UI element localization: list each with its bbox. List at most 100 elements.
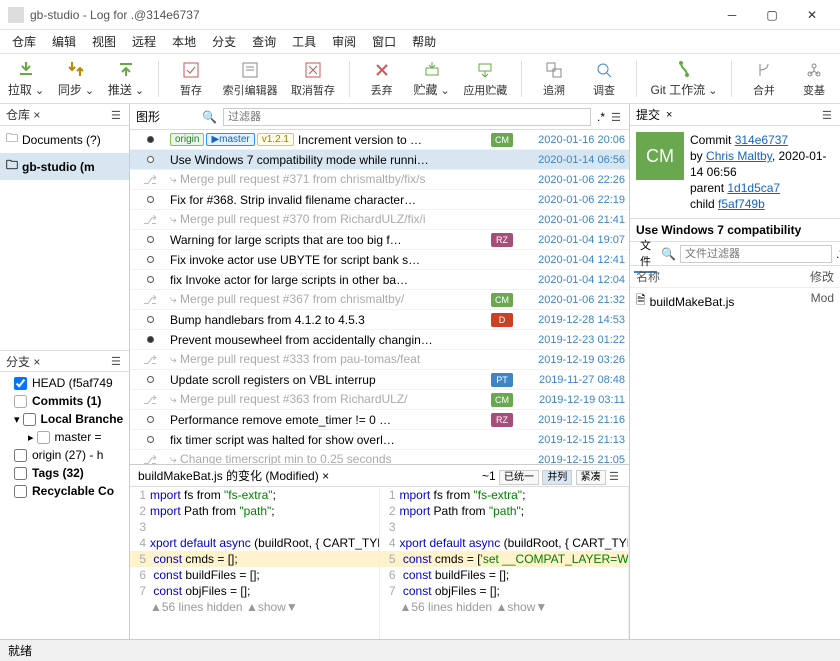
discard-button[interactable]: 丢弃 — [364, 60, 400, 98]
menu-帮助[interactable]: 帮助 — [406, 31, 442, 52]
hamburger-icon[interactable] — [111, 108, 123, 122]
sync-button[interactable]: 同步 ⌄ — [58, 59, 94, 98]
merge-button[interactable]: 合并 — [746, 60, 782, 98]
branch-checkbox[interactable] — [14, 449, 27, 462]
menu-编辑[interactable]: 编辑 — [46, 31, 82, 52]
search-icon: 🔍 — [202, 110, 217, 124]
repo-item[interactable]: 🗀gb-studio (m — [0, 153, 129, 180]
commit-row[interactable]: ⎇⤷ Change timerscript min to 0.25 second… — [130, 450, 629, 464]
branch-checkbox[interactable] — [37, 431, 50, 444]
regex-toggle[interactable]: .* — [836, 247, 840, 261]
menu-分支[interactable]: 分支 — [206, 31, 242, 52]
branch-item[interactable]: HEAD (f5af749 — [0, 374, 129, 392]
minimize-button[interactable]: ─ — [712, 0, 752, 30]
hamburger-icon[interactable] — [609, 469, 621, 483]
filter-input[interactable] — [223, 108, 591, 126]
branch-checkbox[interactable] — [14, 377, 27, 390]
commit-details: CM Commit 314e6737 by Chris Maltby, 2020… — [630, 126, 840, 219]
rebase-button[interactable]: 变基 — [796, 60, 832, 98]
gitflow-button[interactable]: Git 工作流 ⌄ — [651, 59, 717, 98]
branch-item[interactable]: ▸ master = — [0, 428, 129, 446]
unstage-button[interactable]: 取消暂存 — [291, 60, 334, 98]
branch-item[interactable]: ▾ Local Branche — [0, 410, 129, 428]
commit-row[interactable]: Fix invoke actor use UBYTE for script ba… — [130, 250, 629, 270]
branch-item[interactable]: Tags (32) — [0, 464, 129, 482]
repos-tab[interactable]: 仓库 × — [0, 104, 129, 126]
branches-tab[interactable]: 分支 × — [0, 350, 129, 372]
diff-old-pane[interactable]: 1mport fs from "fs-extra";2mport Path fr… — [130, 487, 380, 639]
submit-tab[interactable]: 提交 — [636, 106, 660, 123]
maximize-button[interactable]: ▢ — [752, 0, 792, 30]
stash2-button[interactable]: 贮藏 ⌄ — [414, 59, 450, 98]
hamburger-icon[interactable] — [822, 108, 834, 122]
commit-row[interactable]: ⎇⤷ Merge pull request #371 from chrismal… — [130, 170, 629, 190]
diff-new-pane[interactable]: 1mport fs from "fs-extra";2mport Path fr… — [380, 487, 630, 639]
commit-row[interactable]: Update scroll registers on VBL interrupP… — [130, 370, 629, 390]
close-button[interactable]: ✕ — [792, 0, 832, 30]
menu-工具[interactable]: 工具 — [286, 31, 322, 52]
unified-button[interactable]: 已统一 — [499, 470, 539, 485]
commit-row[interactable]: ⎇⤷ Merge pull request #333 from pau-toma… — [130, 350, 629, 370]
apply-stash-button[interactable]: 应用贮藏 — [464, 60, 507, 98]
commit-row[interactable]: fix timer script was halted for show ove… — [130, 430, 629, 450]
repo-item[interactable]: 🗀Documents (?) — [0, 126, 129, 153]
regex-toggle[interactable]: .* — [597, 110, 605, 124]
titlebar: gb-studio - Log for .@314e6737 ─ ▢ ✕ — [0, 0, 840, 30]
pull-button[interactable]: 拉取 ⌄ — [8, 59, 44, 98]
sidebyside-button[interactable]: 并列 — [542, 470, 572, 485]
push-button[interactable]: 推送 ⌄ — [108, 59, 144, 98]
commit-row[interactable]: ⎇⤷ Merge pull request #367 from chrismal… — [130, 290, 629, 310]
commit-row[interactable]: fix Invoke actor for large scripts in ot… — [130, 270, 629, 290]
search-icon: 🔍 — [661, 247, 676, 261]
parent-link[interactable]: 1d1d5ca7 — [727, 181, 780, 195]
menu-审阅[interactable]: 审阅 — [326, 31, 362, 52]
menu-窗口[interactable]: 窗口 — [366, 31, 402, 52]
author-avatar: CM — [636, 132, 684, 180]
folder-icon: 🗀 — [6, 156, 18, 177]
branch-item[interactable]: Recyclable Co — [0, 482, 129, 500]
toolbar: 拉取 ⌄ 同步 ⌄ 推送 ⌄ 暂存 索引编辑器 取消暂存 丢弃 贮藏 ⌄ 应用贮… — [0, 54, 840, 104]
menubar: 仓库编辑视图远程本地分支查询工具审阅窗口帮助 — [0, 30, 840, 54]
menu-视图[interactable]: 视图 — [86, 31, 122, 52]
branch-item[interactable]: Commits (1) — [0, 392, 129, 410]
branch-item[interactable]: origin (27) - h — [0, 446, 129, 464]
graph-tab[interactable]: 图形 — [136, 108, 160, 125]
child-link[interactable]: f5af749b — [718, 197, 765, 211]
menu-本地[interactable]: 本地 — [166, 31, 202, 52]
commit-row[interactable]: Prevent mousewheel from accidentally cha… — [130, 330, 629, 350]
commit-row[interactable]: Use Windows 7 compatibility mode while r… — [130, 150, 629, 170]
window-title: gb-studio - Log for .@314e6737 — [30, 8, 712, 22]
commit-row[interactable]: Bump handlebars from 4.1.2 to 4.5.3D2019… — [130, 310, 629, 330]
index-editor-button[interactable]: 索引编辑器 — [223, 60, 277, 98]
author-link[interactable]: Chris Maltby — [706, 149, 772, 163]
file-row[interactable]: 🗎buildMakeBat.jsMod — [630, 288, 840, 315]
menu-查询[interactable]: 查询 — [246, 31, 282, 52]
statusbar: 就绪 — [0, 639, 840, 661]
branch-checkbox[interactable] — [14, 395, 27, 408]
commit-row[interactable]: Fix for #368. Strip invalid filename cha… — [130, 190, 629, 210]
commit-row[interactable]: ⎇⤷ Merge pull request #370 from RichardU… — [130, 210, 629, 230]
branch-checkbox[interactable] — [14, 485, 27, 498]
hamburger-icon[interactable] — [611, 110, 623, 124]
commit-row[interactable]: Performance remove emote_timer != 0 …RZ2… — [130, 410, 629, 430]
stage-button[interactable]: 暂存 — [173, 60, 209, 98]
blame-button[interactable]: 追溯 — [536, 60, 572, 98]
diff-title: buildMakeBat.js 的变化 (Modified) — [138, 469, 319, 483]
file-filter-input[interactable] — [680, 245, 832, 263]
commit-subject: Use Windows 7 compatibility — [630, 219, 840, 242]
investigate-button[interactable]: 调查 — [586, 60, 622, 98]
close-diff-icon[interactable]: × — [322, 469, 329, 483]
folder-icon: 🗀 — [6, 129, 18, 150]
app-icon — [8, 7, 24, 23]
commit-row[interactable]: origin▶masterv1.2.1Increment version to … — [130, 130, 629, 150]
branch-checkbox[interactable] — [14, 467, 27, 480]
hamburger-icon[interactable] — [111, 354, 123, 368]
file-icon: 🗎 — [636, 291, 646, 312]
commit-row[interactable]: ⎇⤷ Merge pull request #363 from RichardU… — [130, 390, 629, 410]
commit-hash-link[interactable]: 314e6737 — [735, 133, 788, 147]
compact-button[interactable]: 紧凑 — [576, 470, 606, 485]
menu-远程[interactable]: 远程 — [126, 31, 162, 52]
commit-row[interactable]: Warning for large scripts that are too b… — [130, 230, 629, 250]
branch-checkbox[interactable] — [23, 413, 36, 426]
menu-仓库[interactable]: 仓库 — [6, 31, 42, 52]
